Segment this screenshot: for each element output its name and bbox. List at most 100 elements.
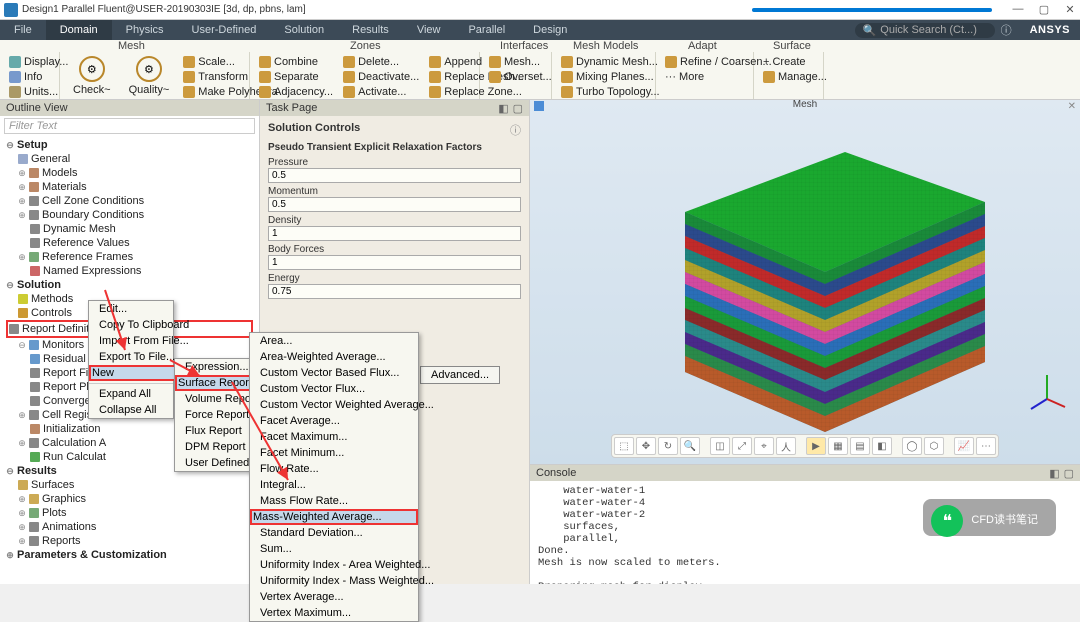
vp-box-icon[interactable]: ⬡ — [924, 437, 944, 455]
menu-user-defined[interactable]: User-Defined — [178, 20, 271, 40]
vp-clip-icon[interactable]: ◧ — [872, 437, 892, 455]
ribbon-quality[interactable]: Quality~ — [126, 83, 173, 97]
menu-solution[interactable]: Solution — [270, 20, 338, 40]
advanced-button[interactable]: Advanced... — [420, 366, 500, 384]
ctx3-stddev[interactable]: Standard Deviation... — [250, 525, 418, 541]
ctx3-ui-area[interactable]: Uniformity Index - Area Weighted... — [250, 557, 418, 573]
menu-parallel[interactable]: Parallel — [454, 20, 519, 40]
menu-view[interactable]: View — [403, 20, 455, 40]
vp-boxzoom-icon[interactable]: ◫ — [710, 437, 730, 455]
tree-solution[interactable]: ⊖Solution — [6, 278, 253, 292]
tree-setup[interactable]: ⊖Setup — [6, 138, 253, 152]
vp-zoom-icon[interactable]: 🔍 — [680, 437, 700, 455]
help-icon[interactable]: ⓘ — [1001, 22, 1012, 38]
input-bodyforces[interactable] — [268, 255, 521, 270]
window-slider[interactable] — [752, 8, 992, 12]
tree-general[interactable]: General — [6, 152, 253, 166]
ctx1-import[interactable]: Import From File... — [89, 333, 209, 349]
tree-named[interactable]: Named Expressions — [6, 264, 253, 278]
tree-params[interactable]: ⊕Parameters & Customization — [6, 548, 253, 562]
tree-bc[interactable]: ⊕Boundary Conditions — [6, 208, 253, 222]
task-undock-icon[interactable]: ◧ — [498, 102, 508, 115]
menu-domain[interactable]: Domain — [46, 20, 112, 40]
menu-file[interactable]: File — [0, 20, 46, 40]
ctx3-sum[interactable]: Sum... — [250, 541, 418, 557]
orientation-triad-icon[interactable] — [1025, 369, 1070, 414]
tree-cellzone[interactable]: ⊕Cell Zone Conditions — [6, 194, 253, 208]
viewport-handle-icon[interactable] — [534, 101, 544, 111]
close-button[interactable]: ✕ — [1064, 3, 1076, 16]
tree-surfaces[interactable]: Surfaces — [6, 478, 253, 492]
tree-materials[interactable]: ⊕Materials — [6, 180, 253, 194]
ctx3-facet-max[interactable]: Facet Maximum... — [250, 429, 418, 445]
ribbon-surf-manage[interactable]: Manage... — [760, 70, 830, 84]
input-density[interactable] — [268, 226, 521, 241]
ribbon-deactivate[interactable]: Deactivate... — [340, 70, 422, 84]
menu-physics[interactable]: Physics — [112, 20, 178, 40]
ctx3-area[interactable]: Area... — [250, 333, 418, 349]
tree-plots[interactable]: ⊕Plots — [6, 506, 253, 520]
ctx3-vertex-avg[interactable]: Vertex Average... — [250, 589, 418, 605]
ctx3-flow-rate[interactable]: Flow Rate... — [250, 461, 418, 477]
ribbon-mixing-planes[interactable]: Mixing Planes... — [558, 70, 663, 84]
tree-refframes[interactable]: ⊕Reference Frames — [6, 250, 253, 264]
input-momentum[interactable] — [268, 197, 521, 212]
ribbon-adjacency[interactable]: Adjacency... — [256, 85, 336, 99]
ribbon-mesh-interf[interactable]: Mesh... — [486, 55, 555, 69]
ribbon-surf-create[interactable]: + Create — [760, 55, 830, 69]
ctx3-facet-min[interactable]: Facet Minimum... — [250, 445, 418, 461]
vp-opts-icon[interactable]: ⋯ — [976, 437, 996, 455]
ribbon-check[interactable]: Check~ — [70, 83, 114, 97]
input-energy[interactable] — [268, 284, 521, 299]
vp-rotate-icon[interactable]: ↻ — [658, 437, 678, 455]
ctx3-cvf[interactable]: Custom Vector Flux... — [250, 381, 418, 397]
ctx3-area-wavg[interactable]: Area-Weighted Average... — [250, 349, 418, 365]
console-undock-icon[interactable]: ◧ — [1049, 467, 1059, 480]
ctx1-copy[interactable]: Copy To Clipboard — [89, 317, 209, 333]
ribbon-separate[interactable]: Separate — [256, 70, 336, 84]
tree-refvals[interactable]: Reference Values — [6, 236, 253, 250]
task-close-icon[interactable]: ▢ — [513, 102, 523, 115]
ribbon-activate[interactable]: Activate... — [340, 85, 422, 99]
ctx3-vertex-max[interactable]: Vertex Maximum... — [250, 605, 418, 621]
vp-sphere-icon[interactable]: ◯ — [902, 437, 922, 455]
ctx3-integral[interactable]: Integral... — [250, 477, 418, 493]
quick-search[interactable]: 🔍Quick Search (Ct...) — [855, 23, 995, 38]
vp-fit-icon[interactable]: ⤢ — [732, 437, 752, 455]
ctx3-mass-flow[interactable]: Mass Flow Rate... — [250, 493, 418, 509]
tree-models[interactable]: ⊕Models — [6, 166, 253, 180]
tree-graphics[interactable]: ⊕Graphics — [6, 492, 253, 506]
vp-shade-icon[interactable]: ▤ — [850, 437, 870, 455]
ctx3-ui-mass[interactable]: Uniformity Index - Mass Weighted... — [250, 573, 418, 589]
tree-anim[interactable]: ⊕Animations — [6, 520, 253, 534]
vp-wire-icon[interactable]: ▦ — [828, 437, 848, 455]
ctx1-edit[interactable]: Edit... — [89, 301, 209, 317]
ctx3-cvwa[interactable]: Custom Vector Weighted Average... — [250, 397, 418, 413]
menu-design[interactable]: Design — [519, 20, 581, 40]
console-close-icon[interactable]: ▢ — [1064, 467, 1074, 480]
tree-dynmesh[interactable]: Dynamic Mesh — [6, 222, 253, 236]
mesh-close-icon[interactable]: ✕ — [1068, 101, 1076, 112]
ribbon-turbo-topo[interactable]: Turbo Topology... — [558, 85, 663, 99]
mesh-viewport[interactable]: Mesh ✕ — [530, 100, 1080, 464]
vp-axis-icon[interactable]: 人 — [776, 437, 796, 455]
help-icon[interactable]: ⓘ — [510, 122, 521, 138]
ribbon-dynamic-mesh[interactable]: Dynamic Mesh... — [558, 55, 663, 69]
maximize-button[interactable]: ▢ — [1038, 3, 1050, 16]
outline-filter[interactable]: Filter Text — [4, 118, 255, 134]
ribbon-combine[interactable]: Combine — [256, 55, 336, 69]
vp-graph-icon[interactable]: 📈 — [954, 437, 974, 455]
vp-play-icon[interactable]: ▶ — [806, 437, 826, 455]
ribbon-overset[interactable]: Overset... — [486, 70, 555, 84]
ctx3-cvbf[interactable]: Custom Vector Based Flux... — [250, 365, 418, 381]
minimize-button[interactable]: — — [1012, 3, 1024, 16]
vp-probe-icon[interactable]: ⌖ — [754, 437, 774, 455]
input-pressure[interactable] — [268, 168, 521, 183]
vp-select-icon[interactable]: ⬚ — [614, 437, 634, 455]
vp-pan-icon[interactable]: ✥ — [636, 437, 656, 455]
tree-reports[interactable]: ⊕Reports — [6, 534, 253, 548]
ribbon-delete[interactable]: Delete... — [340, 55, 422, 69]
menu-results[interactable]: Results — [338, 20, 403, 40]
ctx3-facet-avg[interactable]: Facet Average... — [250, 413, 418, 429]
ctx3-mass-weighted-avg[interactable]: Mass-Weighted Average... — [250, 509, 418, 525]
